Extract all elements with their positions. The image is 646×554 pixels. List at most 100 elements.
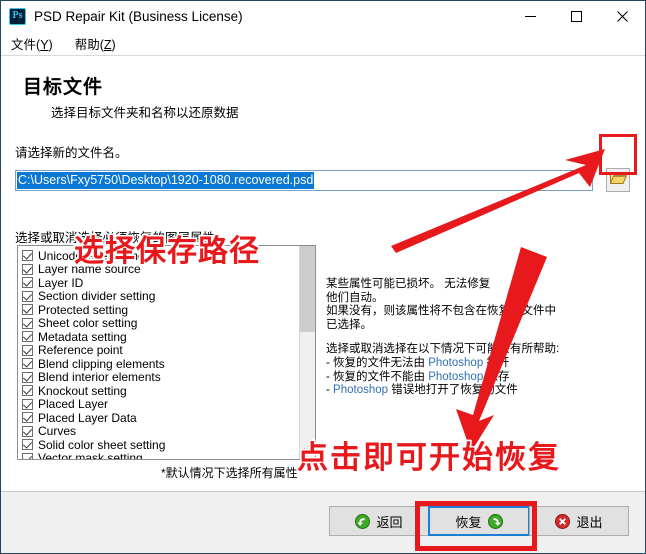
menu-item-file-accel: Y [40, 38, 49, 52]
close-circle-icon [555, 513, 571, 529]
list-item-label: Layer name source [38, 262, 141, 277]
info-line: 如果没有，则该属性将不包含在恢复的文件中 [326, 305, 556, 318]
list-scrollbar[interactable] [299, 246, 315, 459]
chevron-down-icon[interactable] [300, 443, 315, 459]
info-bullet: - 恢复的文件无法由 Photoshop 打开 [326, 357, 626, 371]
recover-button[interactable]: 恢复 [428, 506, 530, 536]
checkbox-checked-icon[interactable] [22, 317, 33, 329]
list-item-label: Curves [38, 424, 77, 439]
window-controls [507, 1, 645, 32]
checkbox-checked-icon[interactable] [22, 398, 33, 410]
checkbox-checked-icon[interactable] [22, 331, 33, 343]
list-item-label: Sheet color setting [38, 316, 138, 331]
dialog-footer: 返回 恢复 退出 [1, 491, 645, 553]
list-item-label: Unicode layer name [38, 248, 145, 263]
scrollbar-thumb[interactable] [300, 246, 315, 332]
list-item[interactable]: Section divider setting [22, 289, 299, 304]
checkbox-checked-icon[interactable] [22, 412, 33, 424]
checkbox-checked-icon[interactable] [22, 344, 33, 356]
back-button-label: 返回 [376, 514, 403, 530]
page-subtitle: 选择目标文件夹和名称以还原数据 [51, 106, 239, 120]
list-item[interactable]: Protected setting [22, 303, 299, 317]
bullet-post: 保存 [483, 370, 510, 383]
folder-open-icon [609, 170, 627, 190]
checkbox-checked-icon[interactable] [22, 358, 33, 370]
layer-attributes-listbox[interactable]: Unicode layer name Layer name source Lay… [17, 245, 316, 460]
exit-button-label: 退出 [576, 514, 603, 530]
list-item-label: Blend clipping elements [38, 356, 165, 371]
bullet-post: 打开 [483, 356, 510, 369]
menu-bar: 文件(Y) 帮助(Z) [1, 32, 645, 56]
list-item[interactable]: Reference point [22, 343, 299, 358]
page-content: 目标文件 选择目标文件夹和名称以还原数据 请选择新的文件名。 C:\Users\… [1, 56, 645, 494]
attributes-footnote: *默认情况下选择所有属性 [161, 466, 298, 480]
checkbox-checked-icon[interactable] [22, 385, 33, 397]
list-item[interactable]: Solid color sheet setting [22, 438, 299, 452]
bullet-app: Photoshop [428, 356, 484, 369]
list-item[interactable]: Placed Layer Data [22, 411, 299, 425]
checkbox-checked-icon[interactable] [22, 277, 33, 289]
menu-item-help-label: 帮助 [74, 38, 100, 52]
back-button[interactable]: 返回 [329, 506, 429, 536]
attributes-list-label: 选择或取消选择必须恢复的图层属性 [15, 231, 216, 245]
list-item[interactable]: Layer name source [22, 262, 299, 277]
info-line: 已选择。 [326, 318, 372, 331]
list-item-label: Metadata setting [38, 329, 127, 344]
checkbox-checked-icon[interactable] [22, 371, 33, 383]
list-item[interactable]: Sheet color setting [22, 316, 299, 331]
bullet-pre: - [326, 384, 334, 397]
list-item-label: Blend interior elements [38, 370, 161, 385]
checkbox-checked-icon[interactable] [22, 263, 33, 275]
checkbox-checked-icon[interactable] [22, 439, 33, 451]
checkbox-checked-icon[interactable] [22, 304, 33, 316]
psd-repair-kit-window: Ps PSD Repair Kit (Business License) 文件(… [0, 0, 646, 554]
info-bullets-title: 选择或取消选择在以下情况下可能会有所帮助: [326, 343, 560, 356]
list-item-label: Solid color sheet setting [38, 437, 166, 452]
photoshop-ps-icon: Ps [9, 8, 26, 25]
maximize-icon[interactable] [553, 1, 599, 32]
menu-item-help[interactable]: 帮助(Z) [75, 34, 116, 53]
arrow-left-circle-icon [355, 513, 371, 529]
info-line: 某些属性可能已损坏。 无法修复 [326, 278, 491, 290]
list-item-label: Vector mask setting [38, 451, 143, 459]
close-icon[interactable] [599, 1, 645, 32]
checkbox-checked-icon[interactable] [22, 425, 33, 437]
recover-button-label: 恢复 [455, 514, 482, 530]
list-item[interactable]: Layer ID [22, 276, 299, 290]
list-item-label: Section divider setting [38, 289, 156, 304]
list-item[interactable]: Blend clipping elements [22, 357, 299, 371]
list-item-label: Knockout setting [38, 383, 127, 398]
browse-folder-button[interactable] [606, 168, 630, 192]
bullet-post: 错误地打开了恢复的文件 [388, 384, 518, 397]
menu-item-file-label: 文件 [11, 38, 37, 52]
checkbox-checked-icon[interactable] [22, 290, 33, 302]
checkbox-checked-icon[interactable] [22, 250, 33, 262]
list-item-label: Reference point [38, 343, 123, 358]
info-panel: 某些属性可能已损坏。 无法修复 他们自动。 如果没有，则该属性将不包含在恢复的文… [326, 278, 626, 398]
list-item[interactable]: Blend interior elements [22, 370, 299, 385]
bullet-app: Photoshop [428, 370, 484, 383]
page-title: 目标文件 [23, 77, 104, 98]
info-paragraph-2: 选择或取消选择在以下情况下可能会有所帮助: - 恢复的文件无法由 Photosh… [326, 343, 626, 397]
menu-item-help-accel: Z [103, 38, 112, 52]
list-item[interactable]: Placed Layer [22, 397, 299, 412]
info-line: 他们自动。 [326, 291, 384, 304]
bullet-pre: - 恢复的文件不能由 [326, 370, 429, 383]
info-bullet: - 恢复的文件不能由 Photoshop 保存 [326, 371, 626, 385]
exit-button[interactable]: 退出 [529, 506, 629, 536]
checkbox-checked-icon[interactable] [22, 452, 33, 459]
menu-item-file[interactable]: 文件(Y) [11, 34, 53, 53]
list-item-label: Placed Layer Data [38, 410, 137, 425]
list-item[interactable]: Metadata setting [22, 330, 299, 344]
list-item-label: Protected setting [38, 302, 129, 317]
list-item-label: Placed Layer [38, 397, 109, 412]
list-item[interactable]: Knockout setting [22, 384, 299, 398]
list-item[interactable]: Unicode layer name [22, 249, 299, 263]
destination-path-input[interactable]: C:\Users\Fxy5750\Desktop\1920-1080.recov… [15, 170, 593, 191]
list-item[interactable]: Curves [22, 424, 299, 439]
footer-button-row: 返回 恢复 退出 [329, 506, 629, 536]
arrow-right-circle-icon [487, 513, 503, 529]
window-title: PSD Repair Kit (Business License) [34, 9, 243, 24]
list-item[interactable]: Vector mask setting [22, 451, 299, 459]
minimize-icon[interactable] [507, 1, 553, 32]
